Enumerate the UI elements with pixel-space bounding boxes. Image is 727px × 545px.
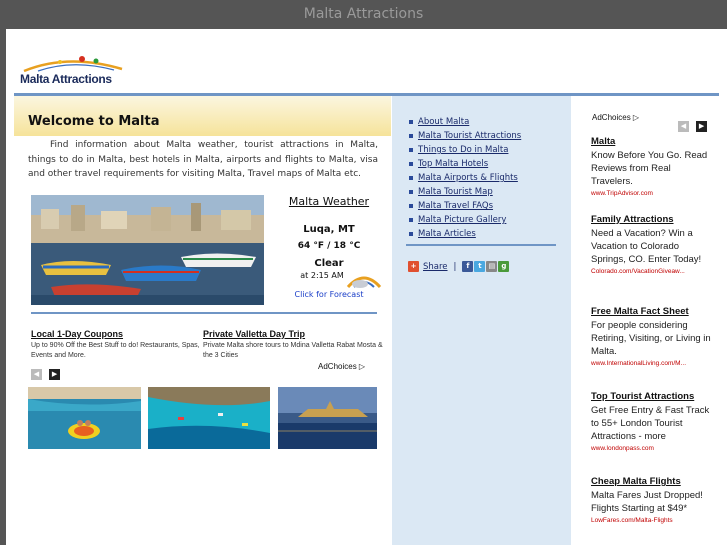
ad-next-button[interactable]: ▶ <box>49 369 61 380</box>
bullet-icon <box>409 203 413 208</box>
menu-link[interactable]: Malta Airports & Flights <box>418 173 518 183</box>
menu-item-map[interactable]: Malta Tourist Map <box>409 185 521 199</box>
ad-text: Know Before You Go. Read Reviews from Re… <box>591 150 708 187</box>
facebook-icon[interactable]: f <box>462 261 474 272</box>
menu-link[interactable]: Things to Do in Malta <box>418 145 508 155</box>
menu-item-articles[interactable]: Malta Articles <box>409 227 521 241</box>
ad-url[interactable]: LowFares.com/Malta-Flights <box>591 517 711 524</box>
menu-link[interactable]: Malta Picture Gallery <box>418 215 506 225</box>
ad-nav-buttons: ◀ ▶ <box>31 361 62 380</box>
ad-url[interactable]: www.londonpass.com <box>591 445 711 452</box>
share-plus-icon[interactable]: + <box>408 261 419 272</box>
ad-text: Up to 90% Off the Best Stuff to do! Rest… <box>31 342 200 359</box>
intro-text: Find information about Malta weather, to… <box>28 140 378 179</box>
page: Malta Attractions Welcome to Malta Find … <box>6 29 727 545</box>
adchoices-icon: ▷ <box>632 113 640 122</box>
bookmark-icon[interactable]: g <box>498 261 510 272</box>
ad-text: Get Free Entry & Fast Track to 55+ Londo… <box>591 405 710 442</box>
bullet-icon <box>409 217 413 222</box>
harbor-photo <box>31 195 264 305</box>
bullet-icon <box>409 147 413 152</box>
ad-title[interactable]: Family Attractions <box>591 214 711 225</box>
adchoices-icon: ▷ <box>358 362 366 371</box>
weather-temperature: 64 °F / 18 °C <box>297 241 361 251</box>
logo-text: Malta Attractions <box>20 72 112 86</box>
menu-item-gallery[interactable]: Malta Picture Gallery <box>409 213 521 227</box>
menu-link[interactable]: Top Malta Hotels <box>418 159 488 169</box>
menu-link[interactable]: Malta Articles <box>418 229 476 239</box>
ad-unit-valletta[interactable]: Private Valletta Day Trip Private Malta … <box>203 329 383 361</box>
menu-link[interactable]: About Malta <box>418 117 469 127</box>
ad-text: For people considering Retiring, Visitin… <box>591 320 711 357</box>
ad-title[interactable]: Local 1-Day Coupons <box>31 329 201 339</box>
weather-title-link[interactable]: Malta Weather <box>276 195 382 208</box>
window-title: Malta Attractions <box>0 0 727 29</box>
valletta-photo <box>278 387 377 449</box>
content-divider <box>31 312 377 314</box>
weather-location: Luqa, MT <box>303 224 355 235</box>
bullet-icon <box>409 119 413 124</box>
page-title: Welcome to Malta <box>28 114 160 129</box>
ad-url[interactable]: www.InternationalLiving.com/M... <box>591 360 711 367</box>
bullet-icon <box>409 231 413 236</box>
sidebar-ad-factsheet[interactable]: Free Malta Fact Sheet For people conside… <box>591 306 711 367</box>
share-link[interactable]: Share <box>423 262 448 272</box>
ad-nav-buttons: ◀ ▶ <box>678 113 709 132</box>
main-content: Welcome to Malta Find information about … <box>14 96 391 545</box>
menu-item-about[interactable]: About Malta <box>409 115 521 129</box>
bullet-icon <box>409 133 413 138</box>
ad-url[interactable]: Colorado.com/VacationGiveaw... <box>591 268 711 275</box>
bullet-icon <box>409 189 413 194</box>
navigation-panel: About Malta Malta Tourist Attractions Th… <box>392 96 571 545</box>
adchoices-label: AdChoices <box>318 362 357 371</box>
menu-item-things-to-do[interactable]: Things to Do in Malta <box>409 143 521 157</box>
weather-logo-icon <box>346 276 382 289</box>
menu-link[interactable]: Malta Tourist Map <box>418 187 493 197</box>
ad-text: Malta Fares Just Dropped! Flights Starti… <box>591 490 703 514</box>
weather-widget: Malta Weather Luqa, MT 64 °F / 18 °C Cle… <box>276 195 382 305</box>
twitter-icon[interactable]: t <box>474 261 486 272</box>
ad-title[interactable]: Top Tourist Attractions <box>591 391 711 402</box>
menu-link[interactable]: Malta Tourist Attractions <box>418 131 521 141</box>
bullet-icon <box>409 161 413 166</box>
ad-text: Private Malta shore tours to Mdina Valle… <box>203 342 383 359</box>
ad-url[interactable]: www.TripAdvisor.com <box>591 190 711 197</box>
weather-condition: Clear <box>314 258 344 269</box>
sidebar-ad-london[interactable]: Top Tourist Attractions Get Free Entry &… <box>591 391 711 452</box>
lagoon-photo <box>148 387 270 449</box>
site-logo[interactable]: Malta Attractions <box>18 55 138 89</box>
ad-title[interactable]: Malta <box>591 136 711 147</box>
print-icon[interactable]: ▤ <box>486 261 498 272</box>
ad-title[interactable]: Cheap Malta Flights <box>591 476 711 487</box>
forecast-link[interactable]: Click for Forecast <box>276 290 382 299</box>
menu-item-hotels[interactable]: Top Malta Hotels <box>409 157 521 171</box>
bullet-icon <box>409 175 413 180</box>
share-bar: + Share | f t ▤ g <box>408 261 510 272</box>
menu-divider <box>406 244 556 246</box>
sidebar-ad-family[interactable]: Family Attractions Need a Vacation? Win … <box>591 214 711 275</box>
ad-sidebar: AdChoices ▷ ◀ ▶ Malta Know Before You Go… <box>572 96 719 545</box>
site-menu: About Malta Malta Tourist Attractions Th… <box>409 115 521 241</box>
ad-prev-button[interactable]: ◀ <box>678 121 689 132</box>
ad-text: Need a Vacation? Win a Vacation to Color… <box>591 228 702 265</box>
ad-unit-coupons[interactable]: Local 1-Day Coupons Up to 90% Off the Be… <box>31 329 201 361</box>
share-separator: | <box>453 261 457 272</box>
adchoices-link[interactable]: AdChoices ▷ <box>318 362 365 371</box>
logo-arc-icon <box>23 56 123 73</box>
site-header: Malta Attractions <box>6 29 727 96</box>
ad-next-button[interactable]: ▶ <box>696 121 708 132</box>
menu-item-faqs[interactable]: Malta Travel FAQs <box>409 199 521 213</box>
sidebar-ad-flights[interactable]: Cheap Malta Flights Malta Fares Just Dro… <box>591 476 711 524</box>
beach-photo <box>28 387 141 449</box>
ad-title[interactable]: Private Valletta Day Trip <box>203 329 383 339</box>
adchoices-label: AdChoices <box>592 113 631 122</box>
menu-item-attractions[interactable]: Malta Tourist Attractions <box>409 129 521 143</box>
menu-item-airports[interactable]: Malta Airports & Flights <box>409 171 521 185</box>
ad-prev-button[interactable]: ◀ <box>31 369 42 380</box>
menu-link[interactable]: Malta Travel FAQs <box>418 201 493 211</box>
adchoices-link[interactable]: AdChoices ▷ <box>592 113 639 122</box>
sidebar-ad-malta[interactable]: Malta Know Before You Go. Read Reviews f… <box>591 136 711 197</box>
ad-title[interactable]: Free Malta Fact Sheet <box>591 306 711 317</box>
